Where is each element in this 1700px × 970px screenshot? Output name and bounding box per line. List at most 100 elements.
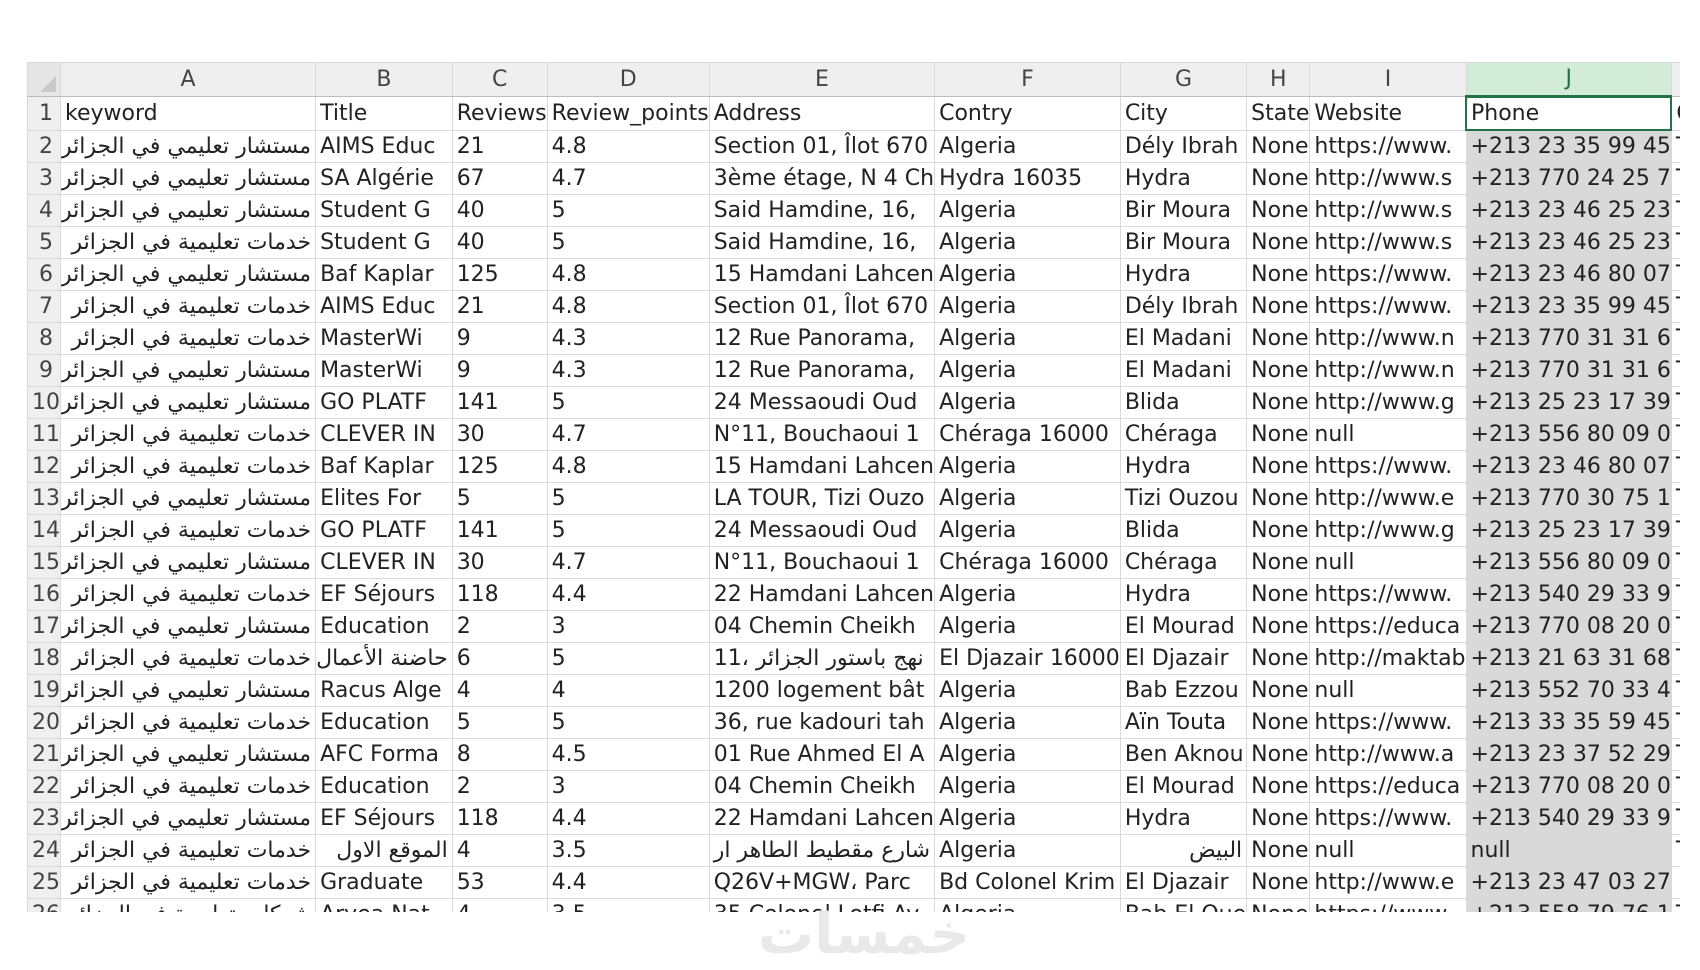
cell-d11[interactable]: 4.7 [546,418,710,451]
cell-j24[interactable]: null [1465,834,1672,867]
cell-g11[interactable]: Chéraga [1119,418,1248,451]
row-number[interactable]: 10 [27,386,61,419]
cell-a6[interactable]: مستشار تعليمي في الجزائر [59,258,317,291]
cell-d9[interactable]: 4.3 [546,354,710,387]
cell-h19[interactable]: None [1246,674,1311,707]
cell-a26[interactable]: شركات تعليمية في الجزائر [59,898,317,912]
cell-a20[interactable]: خدمات تعليمية في الجزائر [59,706,317,739]
cell-d15[interactable]: 4.7 [546,546,710,579]
cell-h1[interactable]: State [1246,96,1311,131]
cell-j16[interactable]: +213 540 29 33 9 [1465,578,1672,611]
cell-c15[interactable]: 30 [451,546,548,579]
cell-e21[interactable]: 01 Rue Ahmed El A [708,738,936,771]
cell-a7[interactable]: خدمات تعليمية في الجزائر [59,290,317,323]
cell-e6[interactable]: 15 Hamdani Lahcen [708,258,936,291]
cell-b19[interactable]: Racus Alge [315,674,453,707]
cell-k20[interactable]: Tuesday 9 [1670,706,1680,739]
cell-g4[interactable]: Bir Moura [1119,194,1248,227]
row-number[interactable]: 24 [27,834,61,867]
cell-e23[interactable]: 22 Hamdani Lahcen [708,802,936,835]
cell-a5[interactable]: خدمات تعليمية في الجزائر [59,226,317,259]
cell-a23[interactable]: مستشار تعليمي في الجزائر [59,802,317,835]
cell-i26[interactable]: https://www. [1309,898,1467,912]
cell-a2[interactable]: مستشار تعليمي في الجزائر [59,129,317,163]
cell-h23[interactable]: None [1246,802,1311,835]
cell-e22[interactable]: 04 Chemin Cheikh [708,770,936,803]
cell-c24[interactable]: 4 [451,834,548,867]
cell-i21[interactable]: http://www.a [1309,738,1467,771]
cell-a11[interactable]: خدمات تعليمية في الجزائر [59,418,317,451]
cell-k19[interactable]: Tuesday 9 [1670,674,1680,707]
cell-c4[interactable]: 40 [451,194,548,227]
cell-g5[interactable]: Bir Moura [1119,226,1248,259]
cell-i10[interactable]: http://www.g [1309,386,1467,419]
cell-d25[interactable]: 4.4 [546,866,710,899]
cell-k5[interactable]: Tuesday 9 [1670,226,1680,259]
cell-h5[interactable]: None [1246,226,1311,259]
cell-j10[interactable]: +213 25 23 17 39 [1465,386,1672,419]
cell-j5[interactable]: +213 23 46 25 23 [1465,226,1672,259]
cell-k15[interactable]: Tuesday 9 [1670,546,1680,579]
cell-j11[interactable]: +213 556 80 09 0 [1465,418,1672,451]
cell-c16[interactable]: 118 [451,578,548,611]
cell-h9[interactable]: None [1246,354,1311,387]
cell-d18[interactable]: 5 [546,642,710,675]
cell-j9[interactable]: +213 770 31 31 6 [1465,354,1672,387]
cell-j7[interactable]: +213 23 35 99 45 [1465,290,1672,323]
column-header-a[interactable]: A [59,62,317,97]
cell-f11[interactable]: Chéraga 16000 [934,418,1121,451]
row-number[interactable]: 3 [27,162,61,195]
cell-e2[interactable]: Section 01, Îlot 670 [708,129,936,163]
cell-e25[interactable]: Q26V+MGW، Parc [708,866,936,899]
cell-d26[interactable]: 3.5 [546,898,710,912]
cell-h13[interactable]: None [1246,482,1311,515]
cell-h7[interactable]: None [1246,290,1311,323]
cell-k8[interactable]: Tuesday 9 [1670,322,1680,355]
cell-g26[interactable]: Bab El Oue [1119,898,1248,912]
cell-a19[interactable]: مستشار تعليمي في الجزائر [59,674,317,707]
cell-k16[interactable]: Tuesday 8 [1670,578,1680,611]
cell-k7[interactable]: Tuesday 8 [1670,290,1680,323]
cell-d12[interactable]: 4.8 [546,450,710,483]
cell-j26[interactable]: +213 558 79 76 1 [1465,898,1672,912]
cell-d22[interactable]: 3 [546,770,710,803]
cell-g20[interactable]: Aïn Touta [1119,706,1248,739]
cell-i5[interactable]: http://www.s [1309,226,1467,259]
cell-b16[interactable]: EF Séjours [315,578,453,611]
cell-e10[interactable]: 24 Messaoudi Oud [708,386,936,419]
cell-a10[interactable]: مستشار تعليمي في الجزائر [59,386,317,419]
cell-g16[interactable]: Hydra [1119,578,1248,611]
cell-i22[interactable]: https://educa [1309,770,1467,803]
cell-h20[interactable]: None [1246,706,1311,739]
cell-a18[interactable]: خدمات تعليمية في الجزائر [59,642,317,675]
cell-d3[interactable]: 4.7 [546,162,710,195]
cell-h24[interactable]: None [1246,834,1311,867]
cell-g3[interactable]: Hydra [1119,162,1248,195]
cell-g2[interactable]: Dély Ibrah [1119,129,1248,163]
cell-j18[interactable]: +213 21 63 31 68 [1465,642,1672,675]
cell-j13[interactable]: +213 770 30 75 1 [1465,482,1672,515]
cell-d4[interactable]: 5 [546,194,710,227]
row-number[interactable]: 25 [27,866,61,899]
cell-f1[interactable]: Contry [934,96,1121,131]
column-header-e[interactable]: E [708,62,936,97]
cell-b1[interactable]: Title [315,96,453,131]
cell-d21[interactable]: 4.5 [546,738,710,771]
column-header-b[interactable]: B [315,62,453,97]
row-number[interactable]: 6 [27,258,61,291]
column-header-h[interactable]: H [1246,62,1311,97]
cell-i25[interactable]: http://www.e [1309,866,1467,899]
cell-j17[interactable]: +213 770 08 20 0 [1465,610,1672,643]
cell-f4[interactable]: Algeria [934,194,1121,227]
cell-b2[interactable]: AIMS Educ [315,129,453,163]
cell-g22[interactable]: El Mourad [1119,770,1248,803]
row-number[interactable]: 2 [27,129,61,163]
cell-f19[interactable]: Algeria [934,674,1121,707]
cell-g24[interactable]: البيض [1119,834,1248,867]
cell-d2[interactable]: 4.8 [546,129,710,163]
row-number[interactable]: 20 [27,706,61,739]
cell-f24[interactable]: Algeria [934,834,1121,867]
row-number[interactable]: 15 [27,546,61,579]
cell-d20[interactable]: 5 [546,706,710,739]
cell-k22[interactable]: Tuesday 8 [1670,770,1680,803]
